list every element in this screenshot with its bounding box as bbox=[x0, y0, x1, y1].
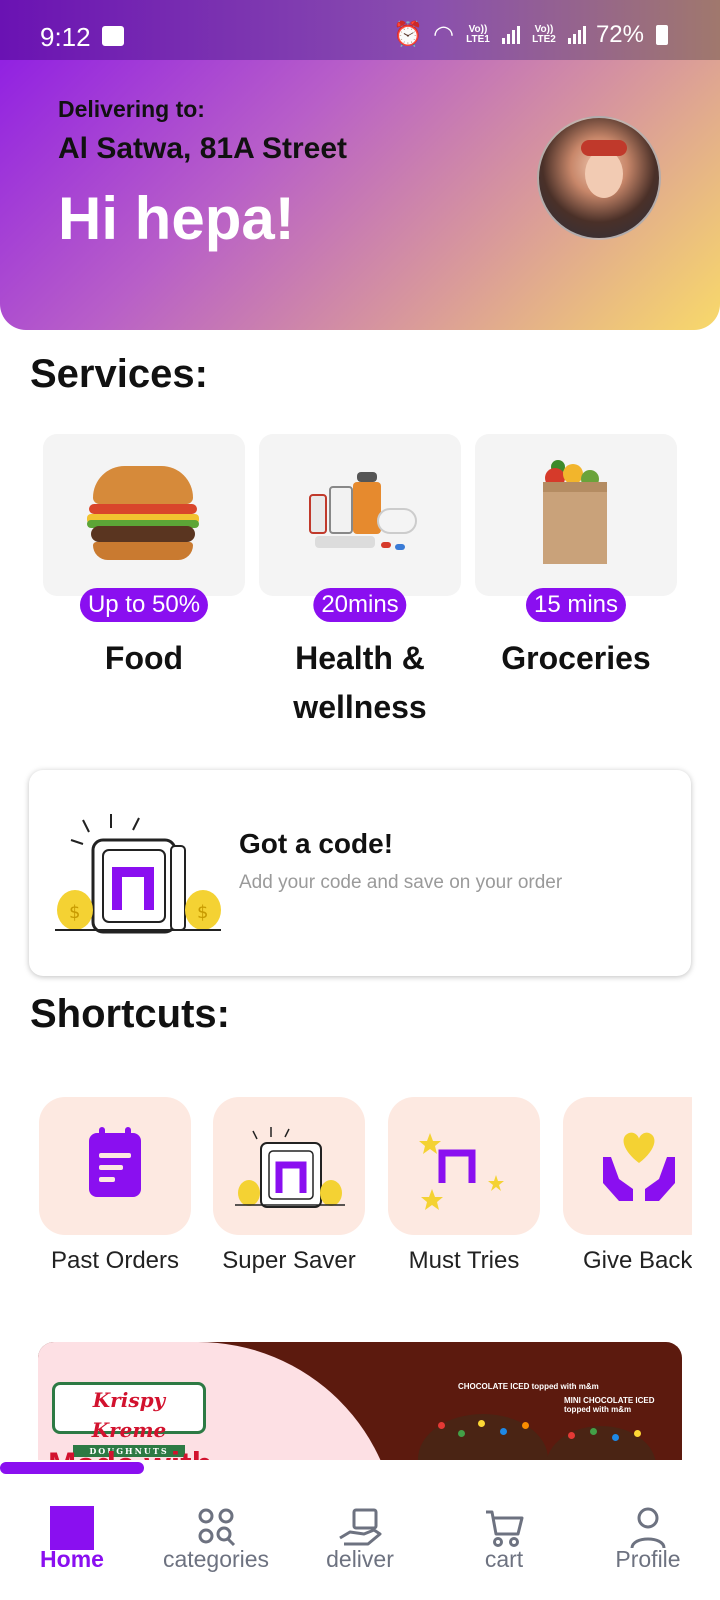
signal-icon bbox=[567, 25, 586, 44]
nav-label: categories bbox=[162, 1546, 270, 1572]
krispy-kreme-logo: Krispy Kreme DOUGHNUTS bbox=[52, 1382, 206, 1457]
battery-percent: 72% bbox=[595, 20, 644, 48]
shortcuts-title: Shortcuts: bbox=[30, 992, 230, 1036]
brand-name: Krispy Kreme bbox=[91, 1388, 167, 1442]
lte1-label: Vo)) LTE1 bbox=[466, 23, 490, 45]
grocery-bag-image bbox=[543, 482, 607, 564]
alarm-icon: ⏰ bbox=[393, 21, 423, 48]
product-label: MINI CHOCOLATE ICED topped with m&m bbox=[564, 1396, 655, 1414]
deliver-icon bbox=[339, 1508, 382, 1546]
nav-home[interactable]: Home bbox=[0, 1474, 144, 1600]
shortcut-past-orders[interactable]: Past Orders bbox=[39, 1097, 191, 1274]
service-badge: 20mins bbox=[313, 588, 407, 622]
service-name: Health & wellness bbox=[293, 640, 427, 725]
shortcut-must-tries[interactable]: Must Tries bbox=[388, 1097, 540, 1274]
nav-cart[interactable]: cart bbox=[432, 1474, 576, 1600]
must-tries-icon bbox=[419, 1133, 504, 1210]
status-time: 9:12 bbox=[40, 22, 91, 52]
signal-icon bbox=[501, 25, 520, 44]
delivering-label: Delivering to: bbox=[58, 96, 205, 122]
avatar[interactable] bbox=[537, 116, 661, 240]
service-badge: Up to 50% bbox=[79, 588, 209, 622]
promo-subtitle: Add your code and save on your order bbox=[239, 872, 563, 893]
shortcut-label: Super Saver bbox=[222, 1247, 356, 1274]
banner-text: Made with bbox=[48, 1446, 212, 1460]
give-back-icon bbox=[603, 1132, 675, 1201]
shortcut-label: Give Back bbox=[583, 1247, 692, 1274]
promo-title: Got a code! bbox=[239, 828, 394, 859]
shortcut-super-saver[interactable]: Super Saver bbox=[213, 1097, 365, 1274]
nav-label: deliver bbox=[326, 1546, 394, 1572]
shortcut-tile[interactable] bbox=[39, 1097, 191, 1235]
svg-text:$: $ bbox=[197, 902, 208, 923]
nav-label: Profile bbox=[615, 1546, 681, 1572]
nav-profile[interactable]: Profile bbox=[576, 1474, 720, 1600]
cart-icon bbox=[486, 1510, 524, 1547]
service-name: Food bbox=[104, 640, 184, 676]
service-card[interactable] bbox=[259, 434, 461, 596]
service-health[interactable]: 20mins Health & wellness bbox=[259, 434, 461, 725]
wifi-icon: ◠ bbox=[433, 21, 454, 48]
burger-image bbox=[87, 464, 199, 564]
shortcut-tile[interactable] bbox=[213, 1097, 365, 1235]
service-card[interactable] bbox=[43, 434, 245, 596]
gallery-notification-icon bbox=[102, 26, 124, 46]
svg-text:$: $ bbox=[69, 902, 80, 923]
promo-banner[interactable]: Krispy Kreme DOUGHNUTS CHOCOLATE ICED to… bbox=[38, 1342, 682, 1460]
medicine-image bbox=[301, 464, 421, 564]
active-tab-indicator bbox=[0, 1462, 144, 1474]
shortcut-label: Must Tries bbox=[408, 1247, 520, 1274]
shortcut-tile[interactable] bbox=[563, 1097, 692, 1235]
delivery-address[interactable]: Al Satwa, 81A Street bbox=[58, 132, 347, 166]
service-card[interactable] bbox=[475, 434, 677, 596]
clipboard-icon bbox=[89, 1127, 141, 1197]
service-food[interactable]: Up to 50% Food bbox=[43, 434, 245, 676]
home-icon bbox=[50, 1506, 94, 1550]
shortcut-label: Past Orders bbox=[50, 1247, 180, 1274]
lte2-label: Vo)) LTE2 bbox=[532, 23, 556, 45]
bottom-navigation: Home categories deliver cart Profile bbox=[0, 1474, 720, 1600]
nav-deliver[interactable]: deliver bbox=[288, 1474, 432, 1600]
greeting: Hi hepa! bbox=[58, 185, 295, 252]
service-groceries[interactable]: 15 mins Groceries bbox=[475, 434, 677, 676]
battery-icon bbox=[656, 24, 668, 45]
services-title: Services: bbox=[30, 352, 208, 396]
service-badge: 15 mins bbox=[525, 588, 627, 622]
promo-code-card[interactable]: $ $ Got a code! Add your code and save o… bbox=[29, 770, 691, 976]
super-saver-icon bbox=[235, 1127, 345, 1208]
shortcut-tile[interactable] bbox=[388, 1097, 540, 1235]
status-bar: 9:12 ⏰ ◠ Vo)) LTE1 Vo)) LTE2 72% bbox=[0, 0, 720, 60]
categories-icon bbox=[198, 1508, 236, 1547]
profile-icon bbox=[630, 1507, 666, 1549]
nav-categories[interactable]: categories bbox=[144, 1474, 288, 1600]
product-label: CHOCOLATE ICED topped with m&m bbox=[458, 1382, 599, 1391]
nav-label: Home bbox=[40, 1546, 104, 1572]
nav-label: cart bbox=[484, 1546, 524, 1572]
service-name: Groceries bbox=[501, 640, 651, 676]
shortcut-give-back[interactable]: Give Back bbox=[563, 1097, 692, 1274]
super-saver-illustration-icon: $ $ bbox=[55, 814, 221, 934]
